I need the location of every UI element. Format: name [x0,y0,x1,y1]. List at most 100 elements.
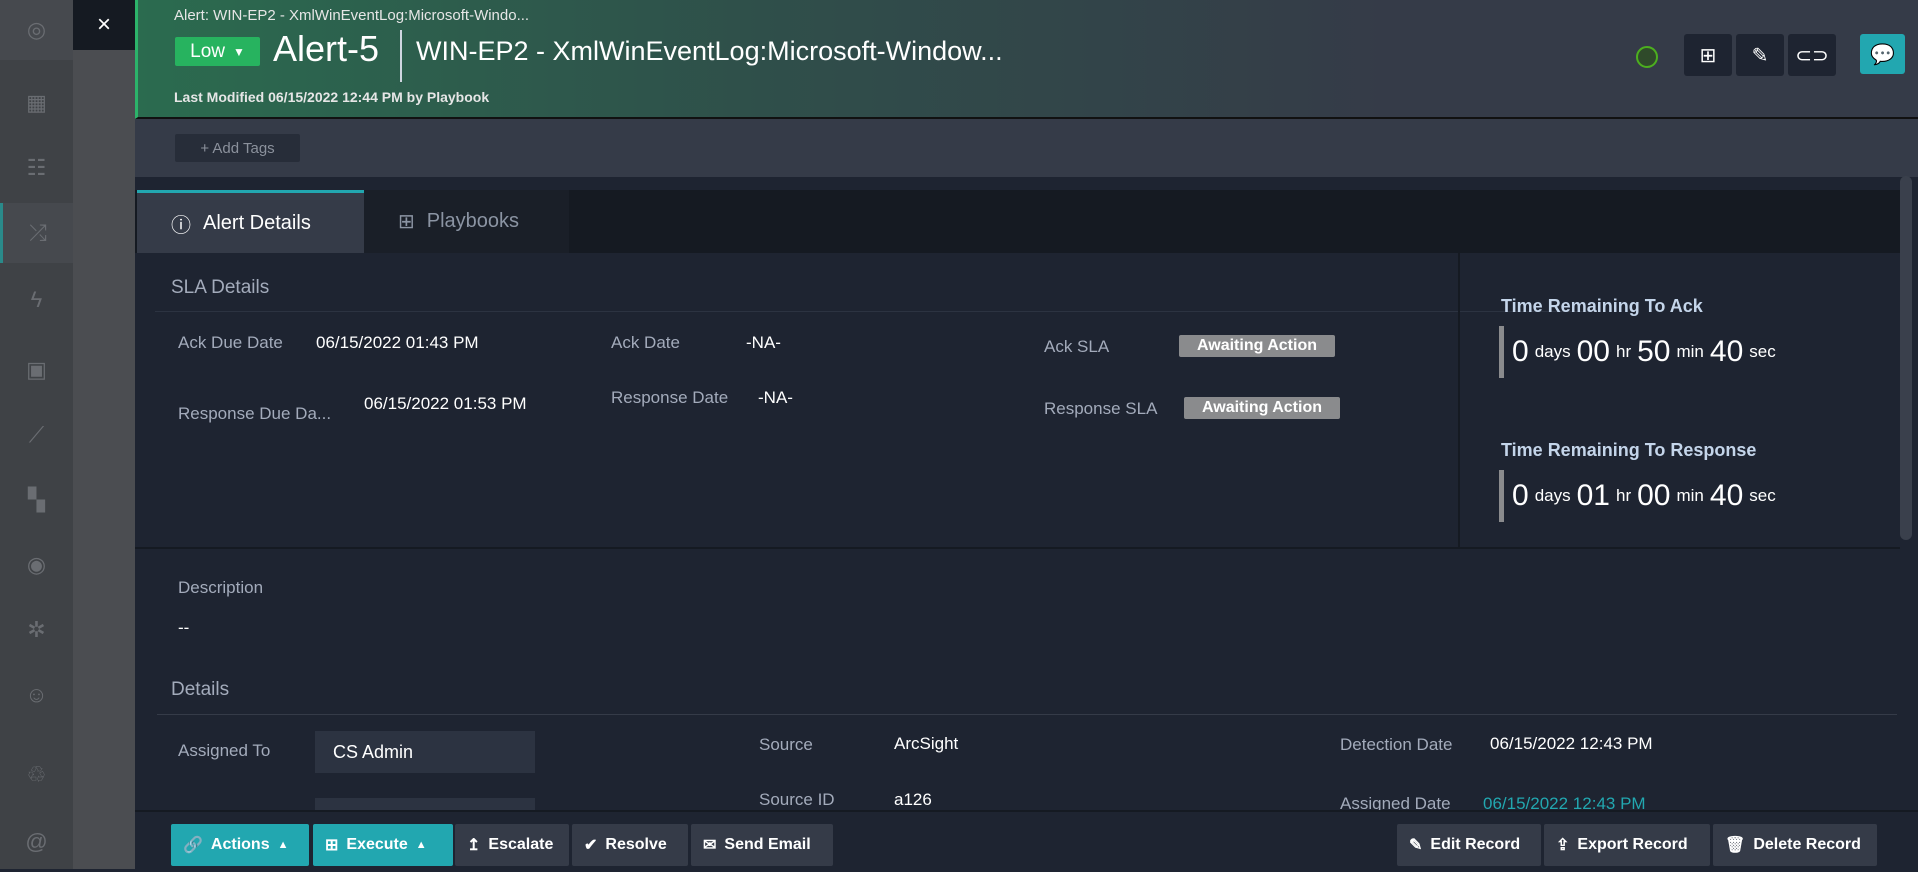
sec-value: 40 [1709,335,1744,368]
alert-icon: ⓘ [171,214,191,237]
min-value: 00 [1637,479,1671,512]
description-label: Description [178,578,264,597]
response-due-value: 06/15/2022 01:53 PM [364,394,527,413]
response-timer-heading: Time Remaining To Response [1501,440,1757,460]
response-date-value: -NA- [758,388,793,407]
escalate-button[interactable]: ↥ Escalate [455,824,569,866]
ack-timer-heading: Time Remaining To Ack [1501,296,1703,316]
users-icon[interactable]: ☺ [0,665,73,725]
envelope-icon: ✉ [703,837,717,854]
export-record-button[interactable]: ⇪ Export Record [1544,824,1710,866]
chart-icon[interactable]: ⟋ [0,405,73,465]
alert-title: WIN-EP2 - XmlWinEventLog:Microsoft-Windo… [416,36,1003,66]
response-timer: 0 days 01 hr 00 min 40 sec [1499,470,1776,522]
ack-sla-badge: Awaiting Action [1179,335,1335,357]
scrollbar[interactable] [1900,176,1912,540]
ack-date-label: Ack Date [611,333,680,352]
hr-unit: hr [1615,486,1632,505]
caret-down-icon: ▼ [232,44,245,59]
close-button[interactable]: × [73,0,135,50]
trash-icon: 🗑 [1725,837,1746,854]
tags-bar: + Add Tags [135,119,1918,177]
dashboard-icon[interactable]: ▦ [0,73,73,133]
label: Send Email [724,836,811,853]
hierarchy-icon: ⊞ [398,211,415,233]
assigned-to-value: CS Admin [333,741,414,762]
tab-playbooks[interactable]: ⊞ Playbooks [364,190,569,253]
add-tags-button[interactable]: + Add Tags [175,134,300,162]
close-icon: × [96,11,111,38]
tab-label: Playbooks [426,210,520,232]
resolve-button[interactable]: ✔ Resolve [572,824,688,866]
sec-unit: sec [1749,342,1776,361]
send-email-button[interactable]: ✉ Send Email [691,824,833,866]
hr-value: 01 [1576,479,1610,512]
bolt-icon[interactable]: ϟ [0,270,73,330]
divider [135,547,1900,549]
sec-value: 40 [1709,479,1744,512]
details-heading: Details [171,679,230,700]
label: Execute [346,836,408,853]
at-icon[interactable]: @ [0,812,73,872]
hr-unit: hr [1615,342,1632,361]
alert-detail-panel: Alert: WIN-EP2 - XmlWinEventLog:Microsof… [135,0,1918,869]
trash-icon[interactable]: ♲ [0,745,73,805]
ack-sla-label: Ack SLA [1044,337,1110,356]
divider [400,30,402,82]
description-value: -- [178,618,190,637]
delete-record-button[interactable]: 🗑 Delete Record [1713,824,1877,866]
check-icon: ✔ [584,837,598,854]
label: Escalate [488,836,554,853]
ack-due-value: 06/15/2022 01:43 PM [316,333,479,352]
execute-button[interactable]: ⊞ Execute ▲ [313,824,453,866]
severity-label: Low [190,40,225,62]
sec-unit: sec [1749,486,1776,505]
edit-record-button[interactable]: ✎ Edit Record [1397,824,1541,866]
shuffle-icon[interactable]: ⤮ [0,203,73,263]
label: Edit Record [1430,836,1521,853]
tab-alert-details[interactable]: ⓘ Alert Details [137,190,364,253]
caret-up-icon: ▲ [415,839,427,851]
assigned-to-field[interactable]: CS Admin [315,731,535,773]
pencil-icon: ✎ [1751,44,1769,67]
alert-id: Alert-5 [273,28,380,69]
logo-icon[interactable]: ◎ [0,0,73,60]
divider [157,714,1897,715]
detection-date-label: Detection Date [1340,735,1453,754]
edit-icon: ✎ [1409,837,1423,854]
apps-icon[interactable]: ▚ [0,470,73,530]
response-sla-label: Response SLA [1044,399,1158,418]
edit-button[interactable]: ✎ [1736,34,1784,76]
actions-button[interactable]: 🔗 Actions ▲ [171,824,309,866]
days-value: 0 [1512,335,1529,368]
arrow-up-icon: ↥ [467,837,481,854]
action-bar: 🔗 Actions ▲ ⊞ Execute ▲ ↥ Escalate ✔ Resolve ✉… [135,810,1918,869]
min-value: 50 [1637,335,1671,368]
app-sidebar: ◎ ▦ ☷ ⤮ ϟ ▣ ⟋ ▚ ◉ ✲ ☺ ♲ @ [0,0,73,869]
ack-timer: 0 days 00 hr 50 min 40 sec [1499,326,1776,378]
severity-dropdown[interactable]: Low ▼ [175,37,260,66]
briefcase-icon[interactable]: ▣ [0,340,73,400]
ack-date-value: -NA- [746,333,781,352]
breadcrumb: Alert: WIN-EP2 - XmlWinEventLog:Microsof… [174,7,530,24]
divider [1458,253,1460,547]
hierarchy-icon: ⊞ [1699,44,1717,67]
copy-link-button[interactable]: ⊂⊃ [1788,34,1836,76]
settings-icon[interactable]: ✲ [0,600,73,660]
comments-button[interactable]: 💬 [1860,34,1905,74]
detection-date-value: 06/15/2022 12:43 PM [1490,734,1653,753]
tab-bar: ⓘ Alert Details ⊞ Playbooks [135,190,1900,253]
caret-up-icon: ▲ [277,839,289,851]
plugin-status-icon[interactable] [1636,46,1658,68]
playbook-tree-button[interactable]: ⊞ [1684,34,1732,76]
link-icon: ⊂⊃ [1795,44,1829,67]
user-shield-icon[interactable]: ◉ [0,535,73,595]
upload-icon: ⇪ [1556,837,1570,854]
field[interactable] [315,798,535,810]
label: Delete Record [1753,836,1861,853]
label: Export Record [1577,836,1688,853]
backdrop-overlay [73,0,135,869]
sla-heading: SLA Details [171,277,270,298]
teams-icon[interactable]: ☷ [0,138,73,198]
hr-value: 00 [1576,335,1610,368]
